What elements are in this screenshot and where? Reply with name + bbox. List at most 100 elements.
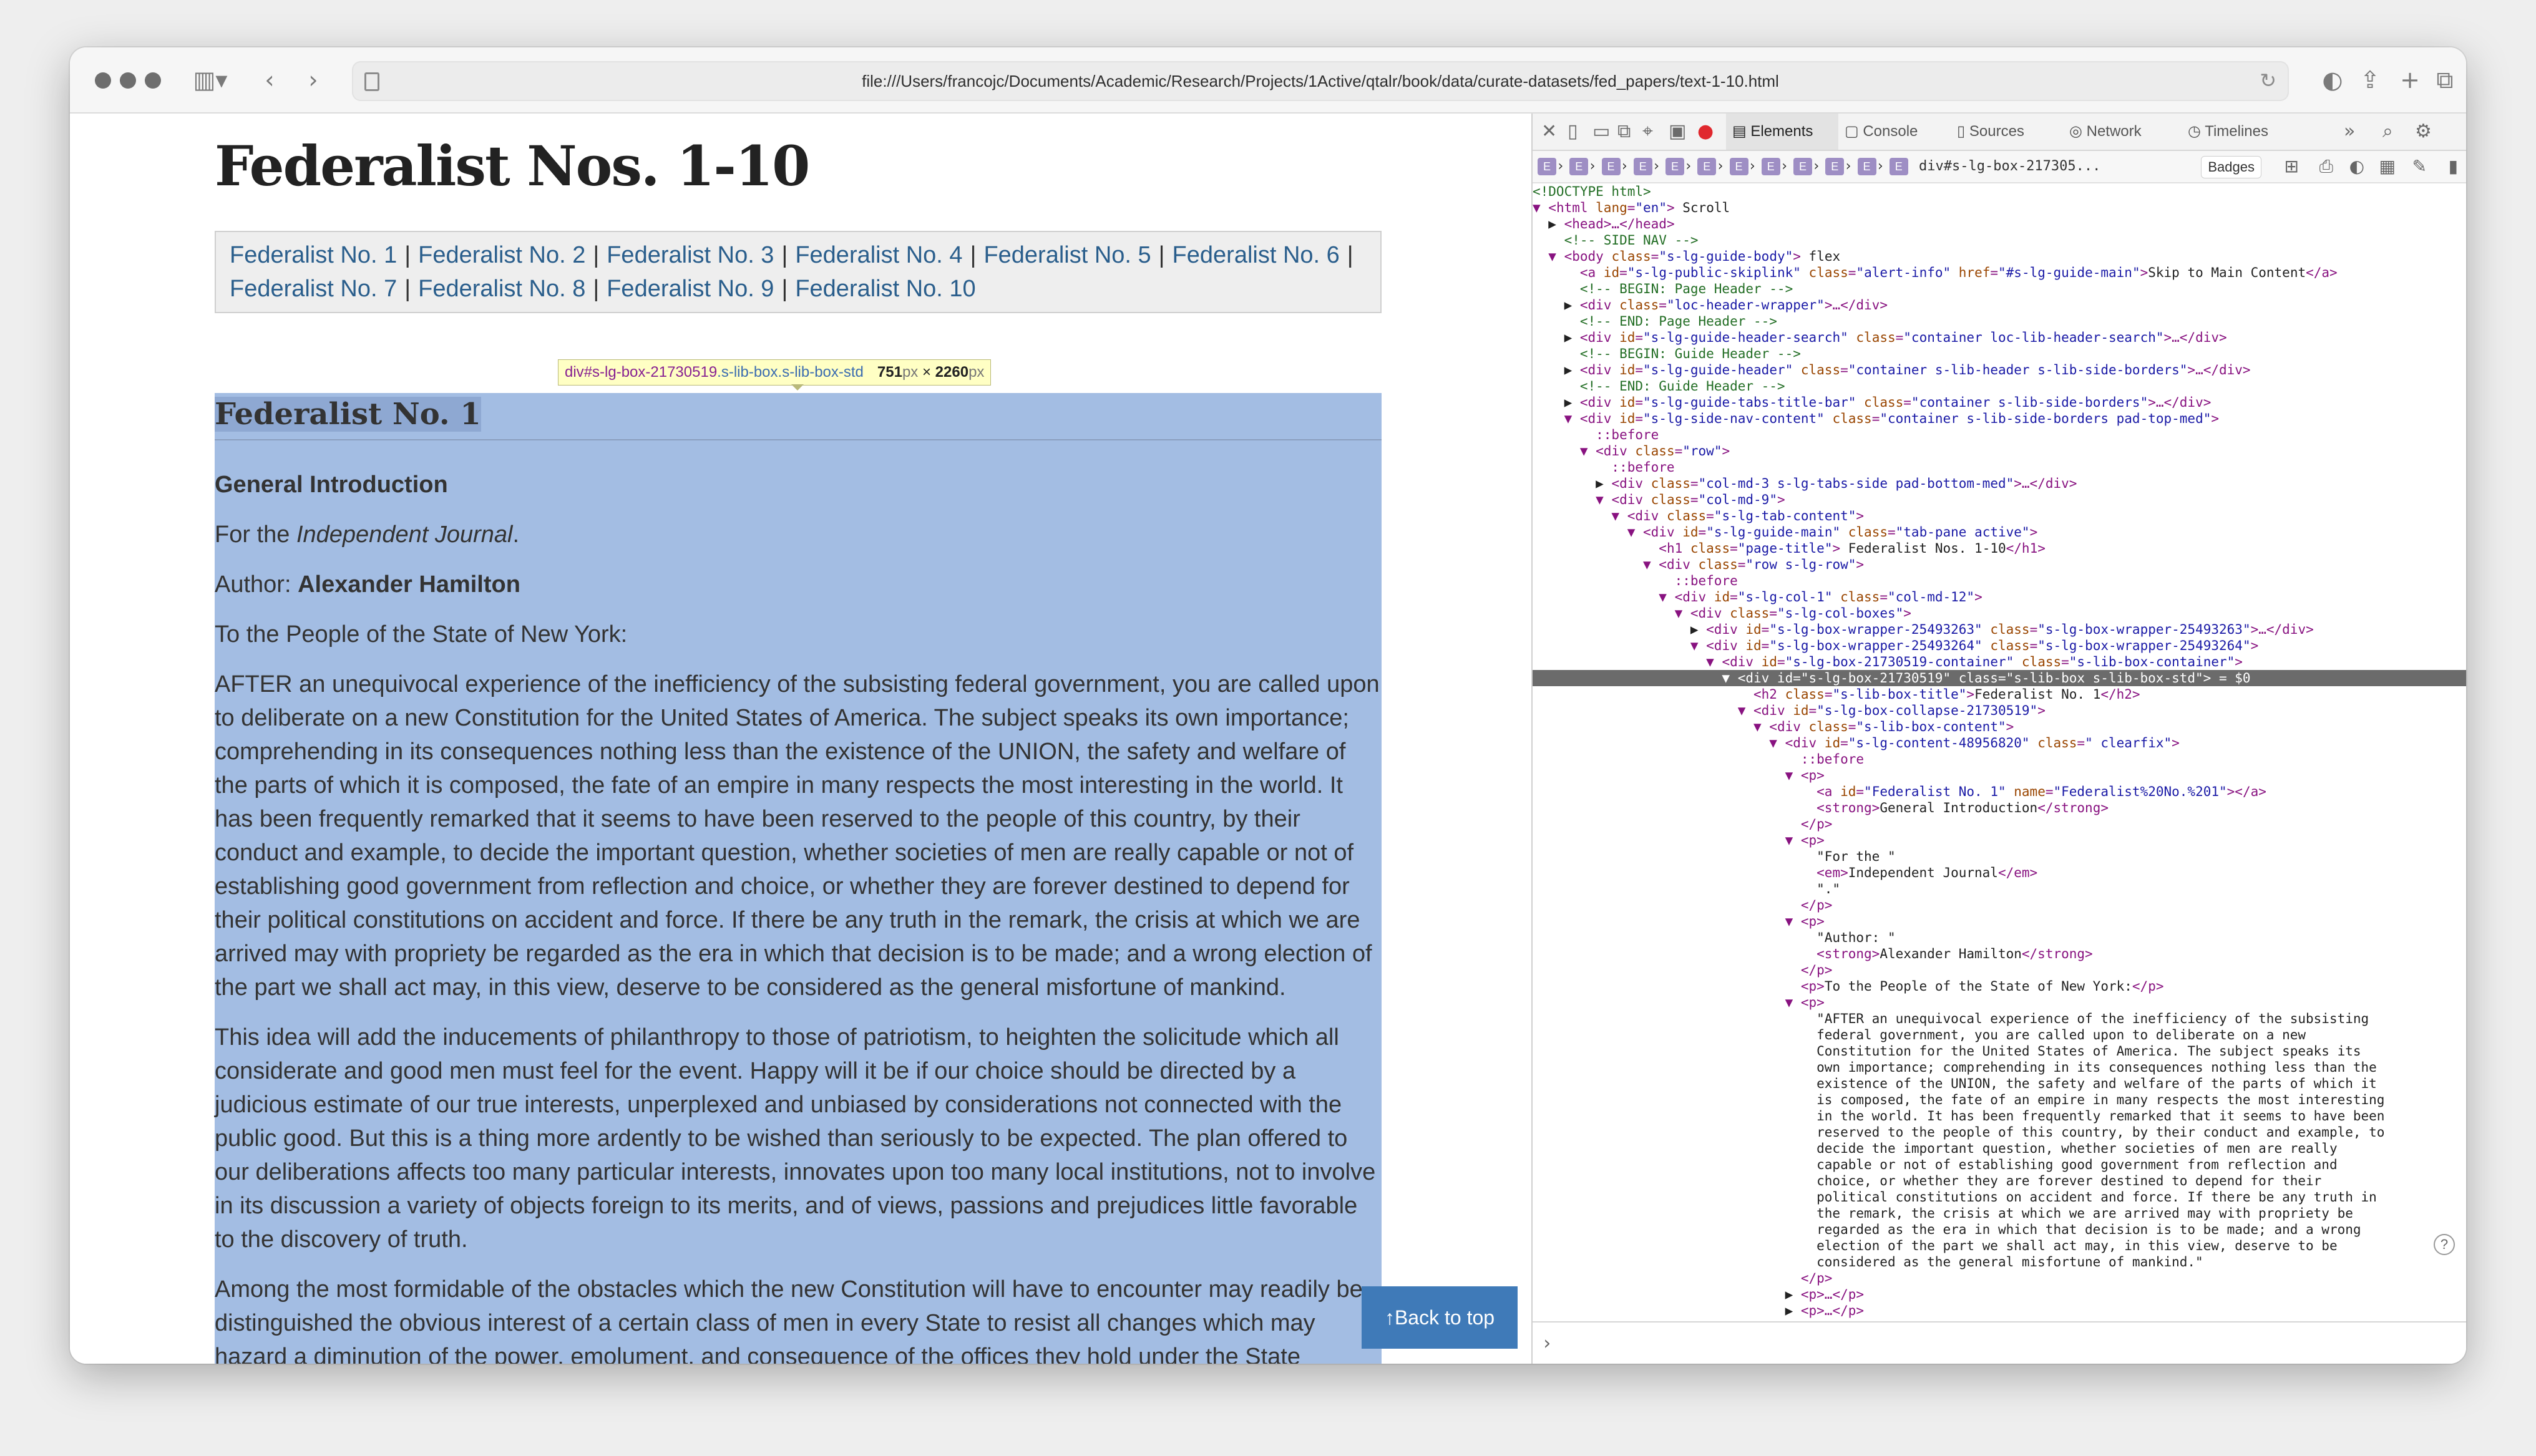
dom-node-line[interactable]: </p> (1533, 897, 2466, 913)
dom-node-line[interactable]: ▼ <p> (1533, 913, 2466, 929)
dom-node-line[interactable]: in the world. It has been frequently rem… (1533, 1108, 2466, 1124)
nav-link-4[interactable]: Federalist No. 4 (795, 242, 962, 268)
dom-node-line[interactable]: ▼ <div id="s-lg-guide-main" class="tab-p… (1533, 524, 2466, 540)
dom-node-line[interactable]: ▼ <div id="s-lg-side-nav-content" class=… (1533, 410, 2466, 427)
nav-link-6[interactable]: Federalist No. 6 (1173, 242, 1340, 268)
dom-node-line[interactable]: <h2 class="s-lib-box-title">Federalist N… (1533, 686, 2466, 702)
dom-node-line[interactable]: the remark, the crisis at which we are a… (1533, 1205, 2466, 1221)
zoom-window-button[interactable] (145, 72, 161, 89)
dom-node-line[interactable]: ▶ <div id="s-lg-guide-tabs-title-bar" cl… (1533, 394, 2466, 410)
dom-node-line[interactable]: ▶ <div id="s-lg-guide-header-search" cla… (1533, 329, 2466, 346)
crumb-element-icon[interactable]: E (1729, 158, 1748, 175)
dom-node-line[interactable]: ::before (1533, 573, 2466, 589)
dom-node-line[interactable]: <p>To the People of the State of New Yor… (1533, 978, 2466, 994)
dom-node-line[interactable]: ▶ <div class="loc-header-wrapper">…</div… (1533, 297, 2466, 313)
settings-gear-icon[interactable]: ⚙ (2415, 120, 2432, 143)
nav-link-10[interactable]: Federalist No. 10 (795, 276, 975, 302)
appearance-icon[interactable]: ◐ (2349, 151, 2364, 182)
dom-node-line[interactable]: ▶ <div id="s-lg-guide-header" class="con… (1533, 362, 2466, 378)
dom-node-line[interactable]: ▼ <html lang="en"> Scroll (1533, 200, 2466, 216)
crumb-element-icon[interactable]: E (1538, 158, 1556, 175)
dom-node-line[interactable]: reserved to the people of this country, … (1533, 1124, 2466, 1140)
crumb-element-icon[interactable]: E (1697, 158, 1717, 175)
close-devtools-icon[interactable]: ✕ (1541, 120, 1557, 143)
address-bar[interactable]: file:///Users/francojc/Documents/Academi… (352, 61, 2289, 101)
print-icon[interactable]: ⎙ (2319, 151, 2333, 182)
new-tab-icon[interactable]: + (2397, 64, 2422, 96)
grid-overlay-icon[interactable]: ⊞ (2285, 151, 2299, 182)
nav-link-2[interactable]: Federalist No. 2 (418, 242, 585, 268)
minimize-window-button[interactable] (120, 72, 136, 89)
dom-node-line[interactable]: "." (1533, 881, 2466, 897)
dom-node-line[interactable]: ▶ <div id="s-lg-box-wrapper-25493263" cl… (1533, 621, 2466, 638)
dom-node-line[interactable]: ▼ <div id="s-lg-box-collapse-21730519"> (1533, 702, 2466, 719)
more-tabs-icon[interactable]: » (2344, 120, 2355, 143)
crumb-element-icon[interactable]: E (1665, 158, 1684, 175)
tab-timelines[interactable]: ◷ Timelines (2182, 114, 2306, 150)
dom-node-line[interactable]: </p> (1533, 962, 2466, 978)
tab-console[interactable]: ▢ Console (1838, 114, 1951, 150)
dom-node-line[interactable]: <!-- END: Guide Header --> (1533, 378, 2466, 394)
reload-icon[interactable]: ↻ (2260, 69, 2276, 92)
dom-node-line[interactable]: </p> (1533, 1270, 2466, 1286)
dom-node-line[interactable]: ▼ <div class="s-lib-box-content"> (1533, 719, 2466, 735)
dock-bottom-icon[interactable]: ▭ (1592, 120, 1610, 143)
sidebar-panel-icon[interactable]: ▮ (2449, 151, 2458, 182)
undock-icon[interactable]: ⧉ (1617, 120, 1631, 143)
sidebar-toggle-icon[interactable]: ▥▾ (188, 64, 232, 96)
dom-node-line[interactable]: <em>Independent Journal</em> (1533, 865, 2466, 881)
dom-node-line[interactable]: is composed, the fate of an empire in ma… (1533, 1092, 2466, 1108)
help-icon[interactable]: ? (2434, 1234, 2455, 1255)
dom-node-line[interactable]: ::before (1533, 459, 2466, 475)
dom-node-line[interactable]: "Author: " (1533, 929, 2466, 946)
dom-node-line[interactable]: <!DOCTYPE html> (1533, 183, 2466, 200)
breadcrumb-current[interactable]: div#s-lg-box-217305... (1919, 158, 2100, 174)
nav-link-3[interactable]: Federalist No. 3 (607, 242, 774, 268)
tab-sources[interactable]: ▯ Sources (1951, 114, 2063, 150)
tab-network[interactable]: ◎ Network (2063, 114, 2182, 150)
console-prompt[interactable]: › (1533, 1321, 2466, 1364)
dom-node-line[interactable]: decide the important question, whether s… (1533, 1140, 2466, 1157)
dom-node-line[interactable]: choice, or whether they are forever dest… (1533, 1173, 2466, 1189)
dom-node-line[interactable]: federal government, you are called upon … (1533, 1027, 2466, 1043)
close-window-button[interactable] (95, 72, 111, 89)
dom-node-line[interactable]: ::before (1533, 427, 2466, 443)
dom-node-line[interactable]: ▼ <p> (1533, 832, 2466, 848)
nav-link-8[interactable]: Federalist No. 8 (418, 276, 585, 302)
dock-side-icon[interactable]: ▯ (1568, 120, 1578, 143)
dom-node-line[interactable]: <!-- END: Page Header --> (1533, 313, 2466, 329)
tab-elements[interactable]: ▤ Elements (1726, 114, 1838, 150)
dom-node-line[interactable]: ▼ <div id="s-lg-box-wrapper-25493264" cl… (1533, 638, 2466, 654)
crumb-element-icon[interactable]: E (1889, 158, 1908, 175)
tab-overview-icon[interactable]: ⧉ (2432, 64, 2457, 96)
crumb-element-icon[interactable]: E (1857, 158, 1876, 175)
privacy-shield-icon[interactable]: ◐ (2320, 64, 2345, 96)
dom-node-line[interactable]: ▶ <head>…</head> (1533, 216, 2466, 232)
back-icon[interactable]: ‹ (257, 64, 282, 96)
dom-tree[interactable]: <!DOCTYPE html> ▼ <html lang="en"> Scroll… (1533, 183, 2466, 1321)
dom-node-line[interactable]: political constitutions on accident and … (1533, 1189, 2466, 1205)
back-to-top-button[interactable]: ↑Back to top (1362, 1286, 1518, 1349)
nav-link-1[interactable]: Federalist No. 1 (230, 242, 397, 268)
dom-node-selected[interactable]: ▼ <div id="s-lg-box-21730519" class="s-l… (1533, 670, 2466, 686)
dom-node-line[interactable]: own importance; comprehending in its con… (1533, 1059, 2466, 1075)
dom-node-line[interactable]: ▶ <p>…</p> (1533, 1303, 2466, 1319)
dom-node-line[interactable]: considered as the general misfortune of … (1533, 1254, 2466, 1270)
dom-node-line[interactable]: "For the " (1533, 848, 2466, 865)
crumb-element-icon[interactable]: E (1633, 158, 1652, 175)
nav-link-7[interactable]: Federalist No. 7 (230, 276, 397, 302)
dom-node-line[interactable]: ▼ <div class="col-md-9"> (1533, 492, 2466, 508)
edit-pencil-icon[interactable]: ✎ (2412, 151, 2427, 182)
dom-node-line[interactable]: ::before (1533, 751, 2466, 767)
error-icon[interactable]: ● (1697, 120, 1714, 143)
crumb-element-icon[interactable]: E (1601, 158, 1621, 175)
layout-grid-icon[interactable]: ▦ (2379, 151, 2396, 182)
search-icon[interactable]: ⌕ (2382, 120, 2393, 143)
dom-node-line[interactable]: <strong>General Introduction</strong> (1533, 800, 2466, 816)
dom-node-line[interactable]: ▼ <div class="row"> (1533, 443, 2466, 459)
forward-icon[interactable]: › (301, 64, 326, 96)
dom-node-line[interactable]: Constitution for the United States of Am… (1533, 1043, 2466, 1059)
dom-node-line[interactable]: ▶ <p>…</p> (1533, 1286, 2466, 1303)
dom-node-line[interactable]: regarded as the era in which that decisi… (1533, 1221, 2466, 1238)
dom-node-line[interactable]: <strong>Alexander Hamilton</strong> (1533, 946, 2466, 962)
